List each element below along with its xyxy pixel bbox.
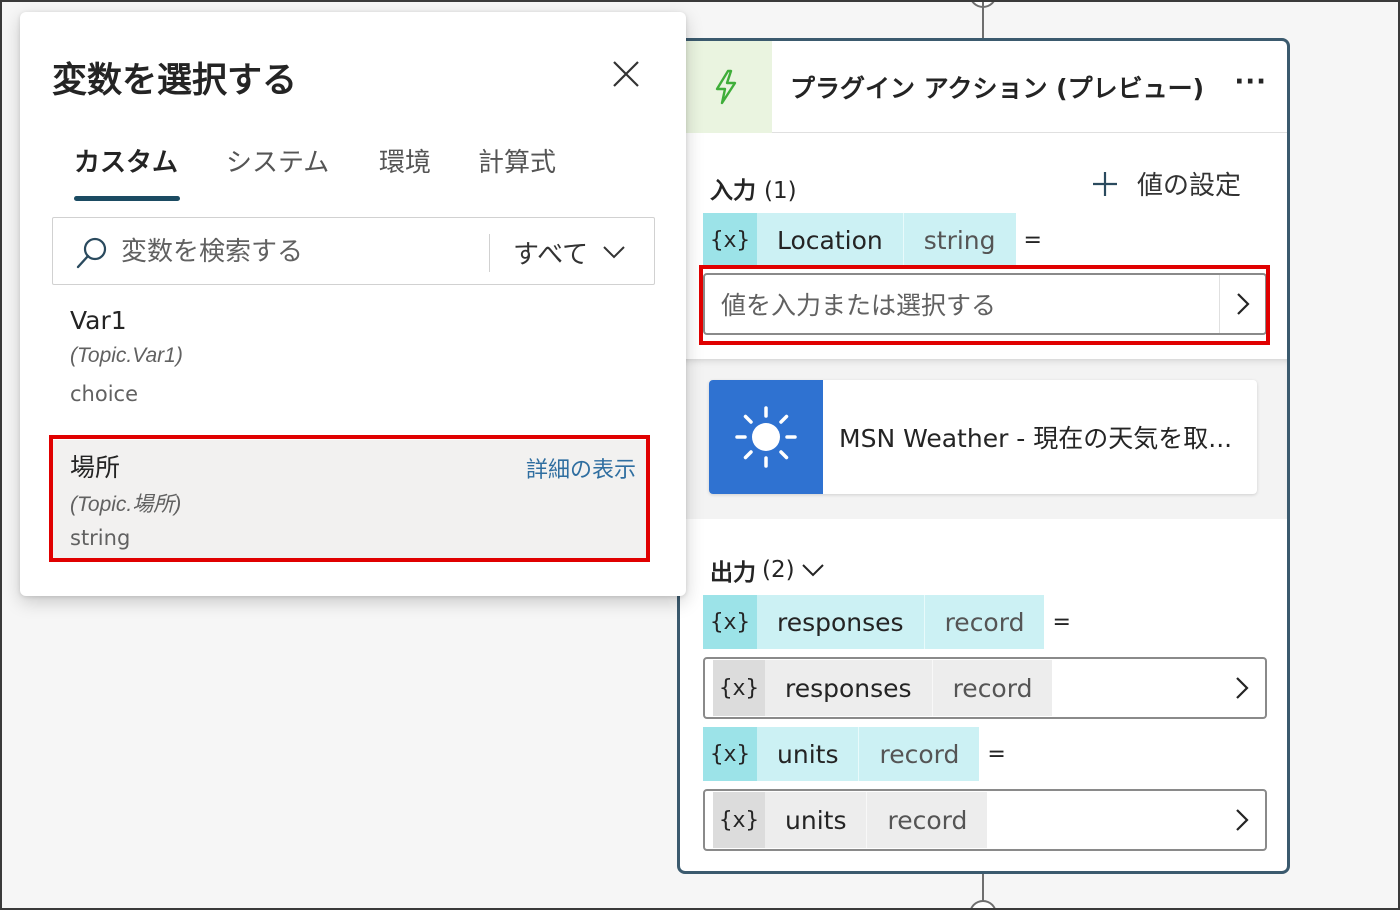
- variable-name: responses: [765, 660, 932, 716]
- sun-icon: [735, 406, 797, 468]
- equals-sign: =: [1052, 609, 1071, 635]
- details-link[interactable]: 詳細の表示: [526, 452, 636, 484]
- plugin-icon-box: [709, 380, 823, 494]
- plugin-tile[interactable]: MSN Weather - 現在の天気を取...: [709, 380, 1257, 494]
- variable-picker-panel: 変数を選択する カスタム システム 環境 計算式 すべて Var1 (Topic…: [20, 12, 686, 596]
- flow-connector-top: [982, 0, 984, 40]
- tab-formula[interactable]: 計算式: [478, 142, 556, 179]
- card-title: プラグイン アクション (プレビュー): [790, 74, 1205, 103]
- variable-type: record: [866, 792, 988, 848]
- panel-title: 変数を選択する: [52, 61, 298, 101]
- output-section-toggle[interactable]: 出力 (2): [710, 553, 825, 587]
- variable-item[interactable]: 場所 (Topic.場所) string 詳細の表示: [50, 440, 650, 558]
- search-bar: すべて: [52, 217, 655, 285]
- plugin-action-card: プラグイン アクション (プレビュー) ··· 入力 (1) 値の設定 {x} …: [677, 38, 1290, 874]
- param-type: record: [858, 727, 980, 781]
- input-section-label: 入力 (1): [710, 178, 797, 204]
- more-options-button[interactable]: ···: [1234, 67, 1267, 97]
- assigned-variable-chip: {x} units record: [713, 792, 988, 848]
- location-value-field[interactable]: 値を入力または選択する: [703, 273, 1267, 335]
- param-name: responses: [757, 595, 924, 649]
- variable-icon: {x}: [713, 660, 765, 716]
- filter-label: すべて: [513, 239, 589, 270]
- search-icon: [76, 237, 107, 269]
- equals-sign: =: [1023, 227, 1042, 253]
- param-name: Location: [757, 213, 903, 267]
- param-responses-chip: {x} responses record =: [703, 595, 1071, 649]
- lightning-icon: [715, 69, 737, 105]
- assigned-variable-chip: {x} responses record: [713, 660, 1053, 716]
- chevron-right-icon: [1236, 809, 1249, 831]
- variable-name: 場所: [70, 453, 121, 482]
- variable-name: Var1: [70, 306, 127, 335]
- chevron-right-icon: [1236, 677, 1249, 699]
- close-icon: [613, 61, 639, 87]
- close-button[interactable]: [608, 56, 644, 92]
- card-header: プラグイン アクション (プレビュー) ···: [680, 41, 1287, 133]
- search-input[interactable]: [121, 232, 471, 272]
- variable-icon: {x}: [703, 727, 757, 781]
- units-value-field[interactable]: {x} units record: [703, 789, 1267, 851]
- variable-type: choice: [70, 382, 139, 406]
- param-type: string: [902, 213, 1016, 267]
- variable-path: (Topic.場所): [70, 493, 182, 516]
- variable-type: string: [70, 526, 131, 550]
- plugin-name: MSN Weather - 現在の天気を取...: [839, 424, 1233, 453]
- chevron-right-icon: [1236, 293, 1250, 315]
- add-icon: [1092, 171, 1117, 196]
- flow-node-bottom: [969, 900, 997, 910]
- equals-sign: =: [987, 741, 1006, 767]
- variable-path: (Topic.Var1): [70, 344, 183, 367]
- chevron-down-icon: [801, 564, 824, 577]
- active-tab-indicator: [74, 196, 180, 201]
- tab-environment[interactable]: 環境: [379, 142, 431, 179]
- variable-icon: {x}: [703, 595, 757, 649]
- open-picker-button[interactable]: [1219, 659, 1265, 717]
- chevron-down-icon: [603, 246, 625, 259]
- open-picker-button[interactable]: [1219, 791, 1265, 849]
- param-name: units: [757, 727, 859, 781]
- variable-name: units: [765, 792, 867, 848]
- tab-custom[interactable]: カスタム: [74, 142, 178, 179]
- filter-dropdown[interactable]: すべて: [513, 232, 626, 272]
- set-value-label: 値の設定: [1136, 171, 1241, 201]
- action-icon-box: [680, 41, 772, 133]
- variable-icon: {x}: [713, 792, 765, 848]
- responses-value-field[interactable]: {x} responses record: [703, 657, 1267, 719]
- param-type: record: [923, 595, 1045, 649]
- open-picker-button[interactable]: [1219, 275, 1265, 333]
- set-value-button[interactable]: 値の設定: [1091, 165, 1241, 202]
- param-units-chip: {x} units record =: [703, 727, 1006, 781]
- param-location-chip: {x} Location string =: [703, 213, 1042, 267]
- value-placeholder: 値を入力または選択する: [721, 291, 997, 320]
- variable-icon: {x}: [703, 213, 757, 267]
- search-divider: [489, 234, 490, 272]
- variable-type: record: [931, 660, 1053, 716]
- tab-system[interactable]: システム: [226, 142, 329, 179]
- variable-item[interactable]: Var1 (Topic.Var1) choice: [50, 300, 650, 412]
